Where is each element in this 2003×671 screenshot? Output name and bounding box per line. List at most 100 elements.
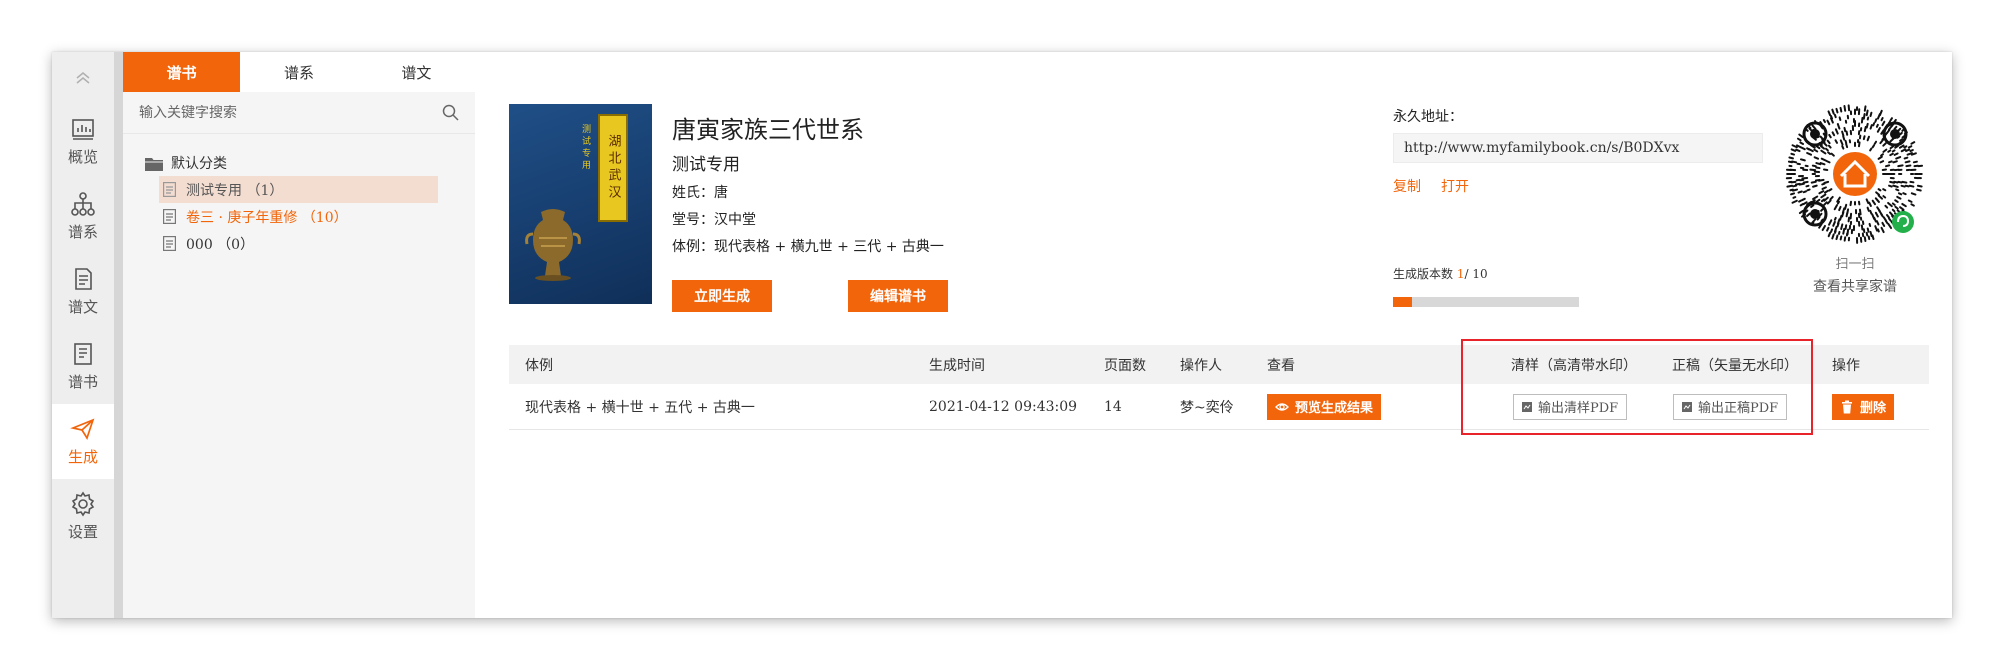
preview-result-button[interactable]: 预览生成结果 (1267, 393, 1382, 420)
qr-module (1894, 205, 1899, 210)
table-row: 现代表格 + 横十世 + 五代 + 古典一 2021-04-12 09:43:0… (509, 384, 1929, 430)
qr-module (1786, 184, 1794, 188)
tree-item[interactable]: 测试专用 （1） (159, 176, 438, 203)
generation-table: 体例 生成时间 页面数 操作人 查看 清样（高清带水印） 正稿（矢量无水印） 操… (509, 345, 1929, 430)
edit-book-button[interactable]: 编辑谱书 (848, 280, 948, 312)
qr-module (1812, 184, 1818, 188)
qr-module (1877, 194, 1884, 200)
qr-module (1875, 191, 1881, 196)
qr-module (1830, 228, 1834, 233)
qr-module (1839, 106, 1843, 113)
generate-now-button[interactable]: 立即生成 (672, 280, 772, 312)
qr-module (1806, 212, 1811, 218)
qr-logo (1833, 152, 1877, 196)
qr-module (1912, 160, 1918, 164)
qr-module (1819, 135, 1824, 140)
qr-module (1896, 195, 1902, 200)
app-window: 概览 谱系 谱文 谱书 生成 设置 谱书 谱系 谱文 输入关键字搜索 默认分类 … (52, 52, 1952, 618)
qr-module (1827, 110, 1832, 117)
qr-module (1814, 178, 1821, 182)
qr-module (1797, 190, 1803, 194)
nav-item-settings[interactable]: 设置 (52, 479, 114, 554)
qr-module (1826, 226, 1830, 232)
qr-module (1830, 152, 1835, 157)
qr-module (1876, 228, 1880, 233)
qr-module (1839, 139, 1844, 146)
folder-default[interactable]: 默认分类 (145, 150, 453, 176)
qr-module (1879, 160, 1885, 164)
table-header: 体例 生成时间 页面数 操作人 查看 清样（高清带水印） 正稿（矢量无水印） 操… (509, 345, 1929, 384)
qr-module (1860, 116, 1864, 124)
nav-item-generate[interactable]: 生成 (52, 404, 114, 479)
qr-module (1834, 229, 1837, 234)
qr-module (1896, 209, 1901, 213)
nav-item-lineage[interactable]: 谱系 (52, 179, 114, 254)
qr-module (1823, 189, 1829, 194)
delete-label: 删除 (1860, 401, 1887, 416)
qr-module (1837, 230, 1841, 235)
book-style: 体例：现代表格 + 横九世 + 三代 + 古典一 (672, 239, 944, 255)
qr-module (1891, 208, 1896, 213)
qr-module (1847, 216, 1851, 223)
search-input[interactable] (139, 104, 442, 121)
qr-module (1895, 156, 1902, 160)
qr-caption-scan: 扫一扫 (1835, 257, 1875, 272)
export-final-pdf-button[interactable]: 输出正稿PDF (1673, 393, 1788, 420)
nav-item-text[interactable]: 谱文 (52, 254, 114, 329)
qr-module (1806, 188, 1811, 192)
qr-module (1901, 202, 1907, 208)
qr-module (1810, 180, 1817, 184)
qr-module (1790, 148, 1797, 152)
tree-search (123, 92, 475, 134)
cell-operator: 梦~奕伶 (1180, 399, 1234, 416)
qr-module (1806, 147, 1811, 151)
qr-module (1903, 156, 1909, 160)
open-link[interactable]: 打开 (1441, 176, 1469, 196)
permalink-url[interactable]: http://www.myfamilybook.cn/s/B0DXvx (1393, 133, 1763, 163)
search-icon[interactable] (442, 104, 459, 121)
delete-button[interactable]: 删除 (1832, 393, 1895, 420)
tree-item-label: 卷三 · 庚子年重修 （10） (186, 209, 348, 226)
left-nav: 概览 谱系 谱文 谱书 生成 设置 (52, 52, 114, 618)
qr-module (1826, 119, 1831, 126)
qr-module (1840, 223, 1844, 231)
pdf-file-icon (1522, 401, 1532, 412)
tree-item[interactable]: 000 （0） (159, 230, 438, 257)
copy-link[interactable]: 复制 (1393, 176, 1421, 196)
qr-module (1799, 141, 1805, 145)
qr-module (1908, 184, 1915, 188)
qr-module (1828, 133, 1832, 139)
book-cover: 湖北武汉 测试专用 (509, 104, 652, 304)
qr-finder-dot (1890, 129, 1900, 139)
tab-book[interactable]: 谱书 (123, 52, 241, 92)
nav-item-book[interactable]: 谱书 (52, 329, 114, 404)
header-pages: 页面数 (1104, 357, 1146, 374)
export-draft-pdf-button[interactable]: 输出清样PDF (1513, 393, 1628, 420)
qr-module (1889, 117, 1893, 122)
qr-module (1866, 206, 1870, 212)
qr-module (1811, 124, 1817, 130)
folder-icon (145, 157, 163, 171)
qr-module (1813, 148, 1819, 153)
collapse-button[interactable] (52, 52, 114, 104)
qr-module (1902, 192, 1907, 196)
qr-module (1865, 122, 1869, 129)
qr-module (1845, 212, 1849, 218)
tree-item[interactable]: 卷三 · 庚子年重修 （10） (159, 203, 438, 230)
qr-module (1801, 197, 1806, 202)
cover-subtitle: 测试专用 (580, 124, 590, 172)
tab-lineage[interactable]: 谱系 (240, 52, 357, 92)
cell-time: 2021-04-12 09:43:09 (929, 398, 1078, 415)
qr-module (1799, 203, 1805, 207)
qr-module (1874, 225, 1879, 232)
qr-module (1884, 219, 1889, 225)
qr-module (1868, 201, 1872, 207)
qr-module (1828, 219, 1833, 226)
tab-text[interactable]: 谱文 (358, 52, 475, 92)
qr-module (1820, 193, 1827, 199)
nav-item-overview[interactable]: 概览 (52, 104, 114, 179)
qr-module (1891, 149, 1896, 153)
miniprogram-badge (1892, 211, 1914, 233)
gear-icon (71, 491, 95, 517)
qr-module (1910, 152, 1917, 156)
